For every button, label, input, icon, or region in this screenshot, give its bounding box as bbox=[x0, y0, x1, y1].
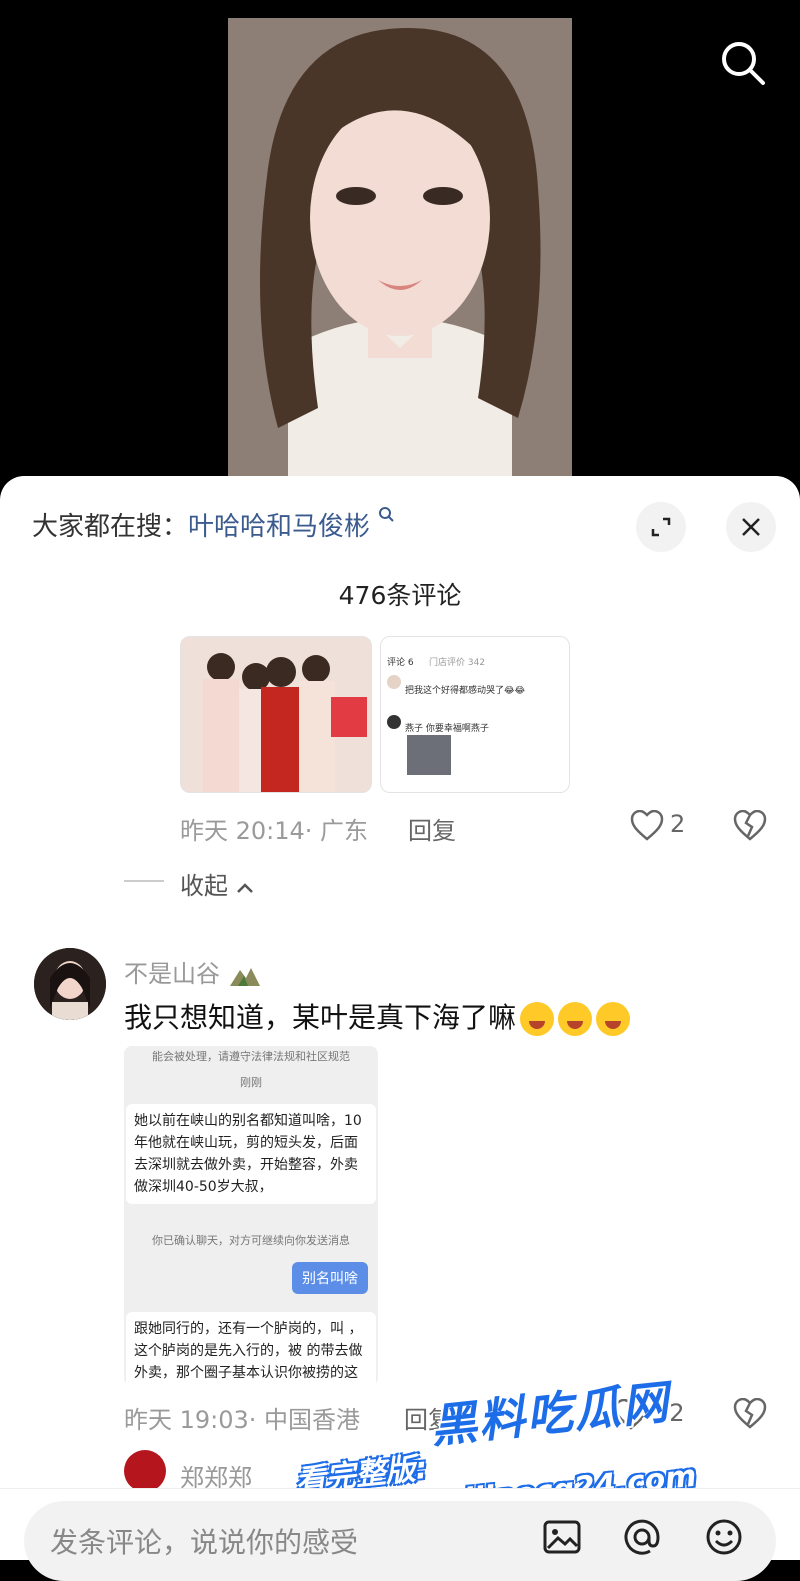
comment-username[interactable]: 不是山谷 bbox=[124, 954, 262, 989]
comment-count: 476条评论 bbox=[338, 581, 462, 610]
reply-image-2[interactable]: 评论 6 门店评价 342 把我这个好得都感动哭了😂😂 燕子 你要幸福啊燕子 bbox=[380, 636, 570, 793]
search-icon bbox=[722, 42, 765, 85]
trending-prefix: 大家都在搜： bbox=[32, 512, 189, 542]
small-search-icon bbox=[379, 507, 395, 522]
close-button[interactable] bbox=[726, 502, 776, 552]
chat-time: 刚刚 bbox=[240, 1076, 262, 1089]
collapse-label: 收起 bbox=[180, 872, 228, 900]
reply-image-1[interactable] bbox=[180, 636, 372, 793]
at-icon bbox=[624, 1519, 660, 1555]
image-button[interactable] bbox=[542, 1517, 582, 1557]
divider-line bbox=[124, 880, 164, 882]
laugh-cry-emoji bbox=[596, 1002, 631, 1036]
close-icon bbox=[742, 518, 760, 536]
portrait-illustration bbox=[228, 18, 572, 488]
avatar[interactable] bbox=[34, 948, 106, 1020]
search-button[interactable] bbox=[716, 36, 770, 90]
thumb-avatar bbox=[387, 675, 401, 689]
chat-system-top: 能会被处理，请遵守法律法规和社区规范 bbox=[152, 1050, 350, 1063]
avatar-image bbox=[34, 948, 106, 1020]
dislike-button[interactable] bbox=[733, 809, 767, 846]
chat-message-left: 她以前在峡山的别名都知道叫啥，10年他就在峡山玩，剪的短头发，后面去深圳就去做外… bbox=[126, 1104, 376, 1204]
comments-sheet: 大家都在搜：叶哈哈和马俊彬 476条评论 评论 6 门店评价 342 把我这个好… bbox=[0, 476, 800, 1559]
reply-timestamp: 昨天 20:14· 广东 bbox=[180, 817, 369, 845]
avatar[interactable] bbox=[124, 1450, 166, 1492]
thumb-photo bbox=[407, 735, 451, 775]
video-player[interactable] bbox=[0, 0, 800, 500]
thumb-tab-2: 门店评价 342 bbox=[429, 658, 486, 668]
image-icon bbox=[543, 1520, 581, 1554]
broken-heart-icon bbox=[733, 809, 767, 841]
comment-composer-bar: 发条评论，说说你的感受 bbox=[0, 1488, 800, 1581]
thumb-comment-1: 把我这个好得都感动哭了😂😂 bbox=[405, 686, 526, 696]
like-button[interactable]: 2 bbox=[630, 808, 710, 844]
comment-input[interactable]: 发条评论，说说你的感受 bbox=[24, 1501, 776, 1581]
comment-text: 我只想知道，某叶是真下海了嘛 bbox=[124, 996, 631, 1036]
video-frame bbox=[228, 18, 572, 488]
laugh-cry-emoji bbox=[520, 1002, 555, 1036]
collapse-button[interactable]: 收起 bbox=[180, 866, 254, 901]
trending-keyword[interactable]: 叶哈哈和马俊彬 bbox=[188, 512, 370, 542]
group-photo bbox=[181, 637, 371, 792]
comment-image-chat-screenshot[interactable]: 能会被处理，请遵守法律法规和社区规范 刚刚 她以前在峡山的别名都知道叫啥，10年… bbox=[124, 1046, 378, 1386]
like-count: 2 bbox=[670, 810, 686, 838]
comment-input-placeholder: 发条评论，说说你的感受 bbox=[50, 1526, 359, 1559]
chat-message-left-2: 跟她同行的，还有一个胪岗的，叫 ，这个胪岗的是先入行的，被 的带去做外卖，那个圈… bbox=[126, 1312, 376, 1386]
chevron-up-icon bbox=[236, 883, 253, 893]
emoji-button[interactable] bbox=[704, 1517, 744, 1557]
heart-icon bbox=[630, 810, 664, 841]
reply-button[interactable]: 回复 bbox=[408, 811, 456, 846]
thumb-comment-2: 燕子 你要幸福啊燕子 bbox=[405, 724, 489, 734]
chat-system-mid: 你已确认聊天，对方可继续向你发送消息 bbox=[152, 1234, 350, 1247]
mountain-icon bbox=[229, 968, 260, 986]
thumb-tab: 评论 6 bbox=[387, 658, 414, 668]
mention-button[interactable] bbox=[622, 1517, 662, 1557]
expand-icon bbox=[651, 517, 671, 537]
chat-message-right: 别名叫啥 bbox=[292, 1262, 368, 1294]
laugh-cry-emoji bbox=[558, 1002, 593, 1036]
expand-button[interactable] bbox=[636, 502, 686, 552]
thumb-avatar-2 bbox=[387, 715, 401, 729]
comment-timestamp: 昨天 19:03· 中国香港 bbox=[124, 1406, 361, 1434]
emoji-icon bbox=[706, 1519, 742, 1555]
trending-search[interactable]: 大家都在搜：叶哈哈和马俊彬 bbox=[32, 506, 395, 543]
